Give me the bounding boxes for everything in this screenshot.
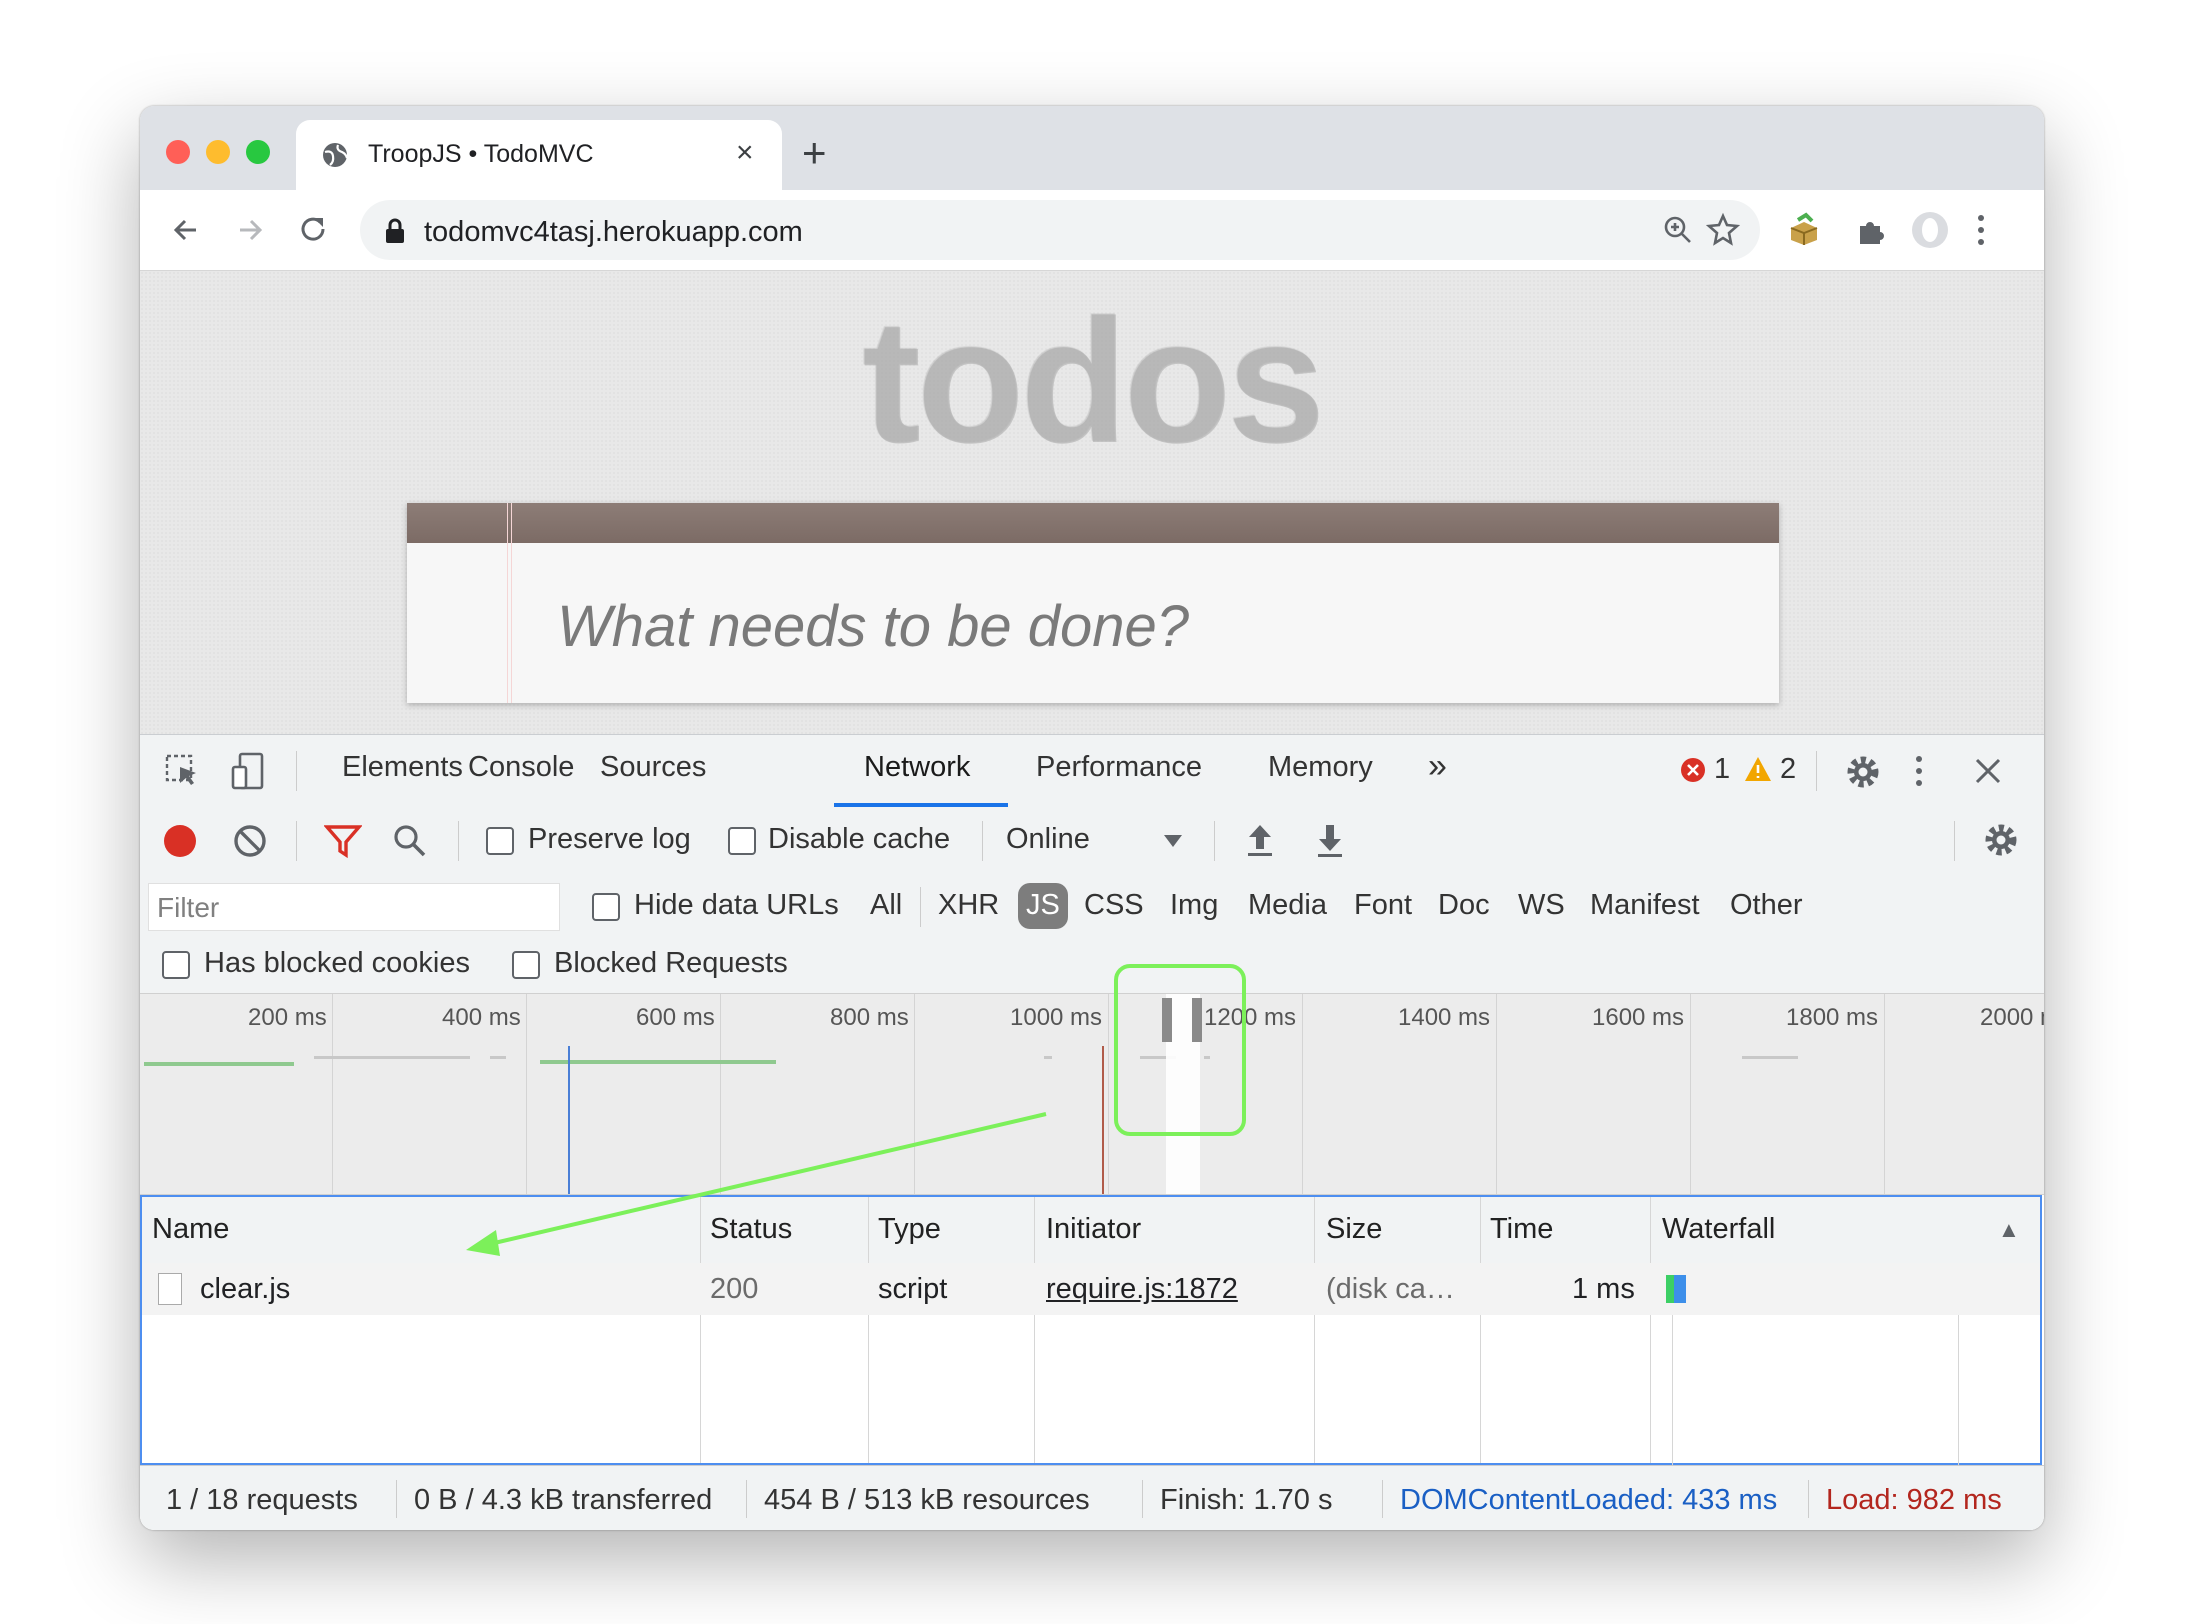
annotation-arrow-line: [489, 1112, 1047, 1246]
annotation-arrow-head: [466, 1230, 500, 1256]
annotation-overlay: [466, 964, 1246, 1256]
annotation-highlight-box: [1114, 964, 1246, 1136]
browser-window: TroopJS • TodoMVC × + todomvc4tasj.herok…: [140, 106, 2044, 1530]
